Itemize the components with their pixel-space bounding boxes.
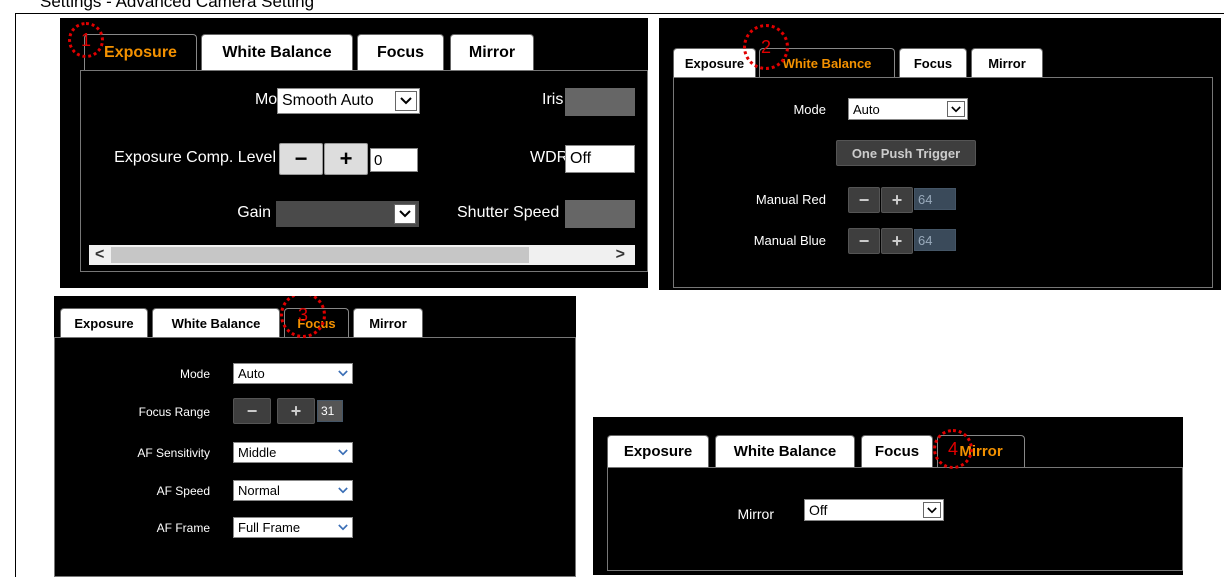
chevron-down-icon — [923, 502, 941, 518]
tab-focus[interactable]: Focus — [899, 48, 967, 78]
focus-panel: Exposure White Balance Focus Mirror Mode… — [54, 296, 576, 577]
chevron-down-icon — [336, 366, 350, 381]
exposure-comp-plus-button[interactable]: + — [324, 143, 368, 175]
chevron-down-icon — [336, 445, 350, 460]
tab-white-balance[interactable]: White Balance — [715, 435, 855, 467]
mode-value: Smooth Auto — [282, 92, 374, 109]
exposure-content: Mode Smooth Auto Exposure Comp. Level − … — [80, 70, 648, 272]
manual-red-plus-button[interactable]: + — [881, 187, 913, 213]
exposure-comp-label: Exposure Comp. Level — [114, 149, 276, 166]
page-title: Settings - Advanced Camera Setting — [40, 0, 315, 11]
chevron-down-icon — [336, 483, 350, 498]
exposure-comp-minus-button[interactable]: − — [279, 143, 323, 175]
tab-focus[interactable]: Focus — [861, 435, 933, 467]
tab-mirror[interactable]: Mirror — [450, 34, 534, 70]
manual-red-minus-button[interactable]: − — [848, 187, 880, 213]
wdr-select[interactable]: Off — [565, 145, 635, 173]
mode-label: Mode — [179, 367, 210, 381]
af-frame-value: Full Frame — [238, 520, 301, 535]
manual-blue-minus-button[interactable]: − — [848, 228, 880, 254]
mode-value: Auto — [853, 101, 880, 117]
af-speed-select[interactable]: Normal — [233, 480, 353, 501]
af-speed-value: Normal — [238, 483, 280, 498]
horizontal-scrollbar[interactable]: < > — [89, 245, 635, 265]
tab-mirror[interactable]: Mirror — [353, 308, 423, 338]
scroll-left-arrow[interactable]: < — [95, 245, 104, 265]
shutter-speed-label: Shutter Speed — [457, 204, 560, 221]
tab-exposure[interactable]: Exposure — [607, 435, 709, 467]
focus-range-minus-button[interactable]: − — [233, 398, 271, 424]
focus-range-value[interactable]: 31 — [317, 400, 343, 422]
manual-blue-label: Manual Blue — [753, 233, 826, 248]
mirror-label: Mirror — [737, 506, 774, 522]
focus-range-label: Focus Range — [138, 405, 210, 419]
tab-exposure[interactable]: Exposure — [60, 308, 148, 338]
manual-blue-plus-button[interactable]: + — [881, 228, 913, 254]
gain-select[interactable] — [276, 201, 419, 227]
iris-select[interactable] — [565, 88, 635, 116]
iris-label: Iris — [542, 91, 564, 108]
one-push-trigger-button[interactable]: One Push Trigger — [836, 140, 976, 166]
chevron-down-icon — [336, 520, 350, 535]
af-sensitivity-label: AF Sensitivity — [137, 446, 210, 460]
mode-select[interactable]: Auto — [848, 98, 968, 120]
mirror-select[interactable]: Off — [804, 499, 944, 521]
wdr-label: WDR — [530, 149, 569, 166]
mirror-value: Off — [809, 502, 828, 518]
manual-red-value[interactable]: 64 — [914, 188, 956, 210]
focus-content: Mode Auto Focus Range − + 31 AF Sensitiv… — [54, 337, 576, 577]
tab-mirror[interactable]: Mirror — [971, 48, 1043, 78]
exposure-comp-value[interactable]: 0 — [370, 148, 418, 172]
manual-blue-value[interactable]: 64 — [914, 229, 956, 251]
mode-label: Mode — [793, 102, 826, 117]
mirror-panel: Exposure White Balance Focus Mirror Mirr… — [593, 417, 1183, 575]
focus-range-plus-button[interactable]: + — [277, 398, 315, 424]
callout-marker-4: 4 — [933, 429, 973, 469]
mirror-content: Mirror Off — [607, 467, 1183, 571]
chevron-down-icon — [394, 204, 416, 224]
tab-white-balance[interactable]: White Balance — [152, 308, 280, 338]
mode-select[interactable]: Smooth Auto — [277, 88, 420, 114]
scroll-right-arrow[interactable]: > — [616, 245, 625, 265]
af-sensitivity-select[interactable]: Middle — [233, 442, 353, 463]
mode-select[interactable]: Auto — [233, 363, 353, 384]
af-frame-label: AF Frame — [156, 521, 210, 535]
scrollbar-thumb[interactable] — [111, 247, 529, 263]
chevron-down-icon — [395, 91, 417, 111]
af-speed-label: AF Speed — [156, 484, 210, 498]
exposure-panel: Exposure White Balance Focus Mirror Mode… — [60, 18, 648, 288]
tab-white-balance[interactable]: White Balance — [201, 34, 353, 70]
shutter-speed-select[interactable] — [565, 200, 635, 228]
white-balance-content: Mode Auto One Push Trigger Manual Red − … — [673, 77, 1213, 288]
manual-red-label: Manual Red — [755, 192, 826, 207]
white-balance-panel: Exposure White Balance Focus Mirror Mode… — [659, 18, 1221, 290]
callout-marker-1: 1 — [68, 22, 104, 58]
wdr-value: Off — [570, 150, 592, 167]
tab-focus[interactable]: Focus — [357, 34, 444, 70]
callout-marker-2: 2 — [743, 24, 789, 70]
af-sensitivity-value: Middle — [238, 445, 277, 460]
af-frame-select[interactable]: Full Frame — [233, 517, 353, 538]
chevron-down-icon — [947, 101, 965, 117]
mode-value: Auto — [238, 366, 265, 381]
gain-label: Gain — [237, 204, 271, 221]
